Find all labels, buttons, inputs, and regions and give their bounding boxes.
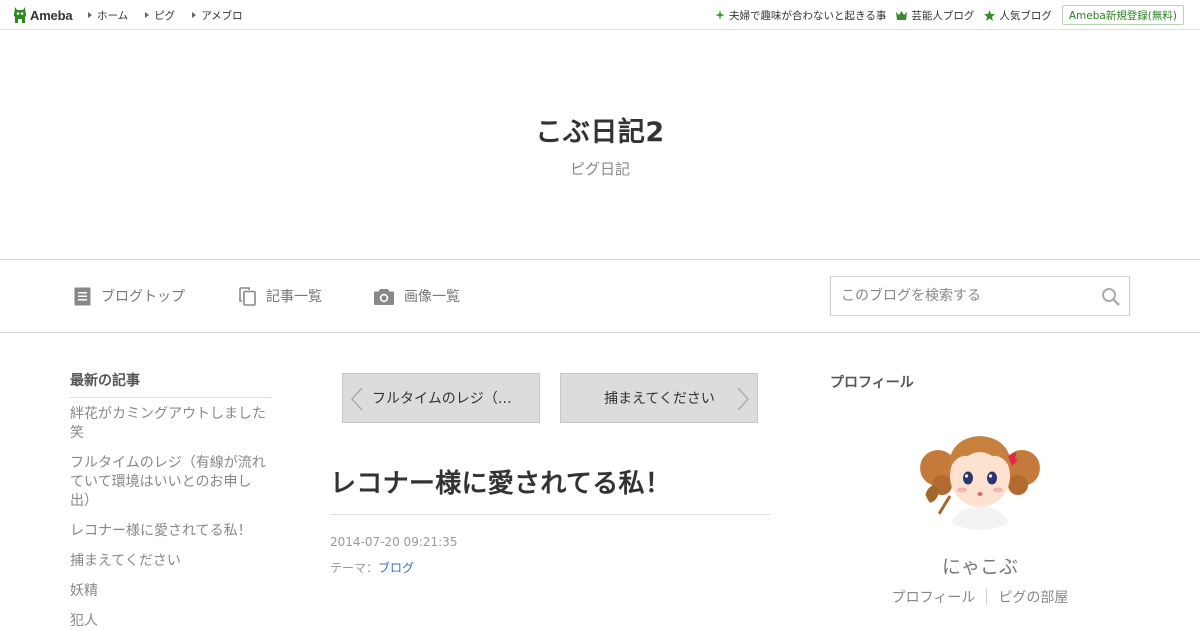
recent-entry-link[interactable]: レコナー様に愛されてる私！ [70, 522, 271, 541]
profile-links: プロフィール ピグの部屋 [830, 587, 1130, 607]
ameba-logo-text: Ameba [30, 7, 73, 23]
blog-nav: ブログトップ 記事一覧 画像一覧 [0, 259, 1200, 333]
entry-divider [330, 514, 770, 515]
celebrity-blog-link[interactable]: 芸能人ブログ [896, 8, 974, 23]
global-header-right: 夫婦で趣味が合わないと起きる事 芸能人ブログ 人気ブログ Ameba新規登録(無… [715, 0, 1184, 30]
copy-icon [239, 286, 256, 306]
entry-theme-label: テーマ： [330, 561, 379, 575]
global-nav-home[interactable]: ホーム [88, 8, 128, 23]
entry-theme: テーマ：ブログ [330, 559, 414, 576]
camera-icon [374, 288, 394, 305]
blog-search [830, 276, 1130, 316]
search-icon[interactable] [1101, 287, 1121, 307]
pigg-room-link[interactable]: ピグの部屋 [987, 587, 1079, 607]
popular-blog-label: 人気ブログ [999, 9, 1052, 22]
profile-title: プロフィール [830, 375, 914, 391]
prev-entry-button[interactable]: フルタイムのレジ（… [342, 373, 540, 423]
sparkle-icon [715, 10, 726, 20]
prev-entry-label: フルタイムのレジ（… [372, 391, 512, 407]
chevron-left-icon [351, 387, 363, 411]
search-input[interactable] [831, 277, 1086, 315]
nav-label: ブログトップ [101, 289, 185, 305]
recent-entry-link[interactable]: 犯人 [70, 612, 271, 631]
profile-nickname[interactable]: にゃこぶ [830, 552, 1130, 579]
recent-entries-title: 最新の記事 [70, 370, 271, 398]
entry-date: 2014-07-20 09:21:35 [330, 535, 458, 549]
global-header: Ameba ホーム ピグ アメブロ 夫婦で趣味が合わないと起きる事 芸能人ブログ… [0, 0, 1200, 30]
profile-link[interactable]: プロフィール [881, 587, 987, 607]
recent-entry-link[interactable]: フルタイムのレジ（有線が流れていて環境はいいとのお申し出） [70, 454, 271, 511]
trending-topic-link[interactable]: 夫婦で趣味が合わないと起きる事 [715, 8, 886, 23]
triangle-right-icon [145, 12, 150, 18]
recent-entry-link[interactable]: 絆花がカミングアウトしました笑 [70, 405, 271, 443]
recent-entry-link[interactable]: 妖精 [70, 582, 271, 601]
crown-icon [896, 10, 908, 20]
celebrity-blog-label: 芸能人ブログ [911, 9, 975, 22]
next-entry-button[interactable]: 捕まえてください [560, 373, 758, 423]
star-icon [984, 9, 996, 21]
avatar-image [920, 410, 1040, 530]
profile-avatar[interactable] [920, 410, 1040, 530]
nav-label: 画像一覧 [404, 289, 460, 305]
ameba-logo[interactable]: Ameba [13, 6, 73, 24]
blog-title[interactable]: こぶ日記2 [0, 110, 1200, 149]
nav-label: 記事一覧 [266, 289, 322, 305]
global-nav: ホーム ピグ アメブロ [88, 0, 260, 30]
next-entry-label: 捕まえてください [604, 391, 715, 407]
nav-blog-top[interactable]: ブログトップ [74, 260, 185, 332]
triangle-right-icon [192, 12, 197, 18]
entry-title[interactable]: レコナー様に愛されてる私！ [330, 463, 770, 500]
triangle-right-icon [88, 12, 92, 18]
recent-entry-link[interactable]: 捕まえてください [70, 552, 271, 571]
global-nav-ameblo[interactable]: アメブロ [192, 8, 243, 23]
global-nav-label: ホーム [97, 9, 129, 22]
popular-blog-link[interactable]: 人気ブログ [984, 8, 1052, 23]
nav-entry-list[interactable]: 記事一覧 [239, 260, 322, 332]
nav-image-list[interactable]: 画像一覧 [374, 260, 460, 332]
global-nav-label: アメブロ [201, 9, 243, 22]
trending-topic-label: 夫婦で趣味が合わないと起きる事 [729, 9, 887, 22]
ameba-mascot-icon [13, 7, 27, 23]
global-nav-label: ピグ [154, 9, 176, 22]
entry-theme-link[interactable]: ブログ [378, 561, 414, 575]
recent-entries-list: 絆花がカミングアウトしました笑 フルタイムのレジ（有線が流れていて環境はいいとの… [70, 405, 271, 631]
register-button[interactable]: Ameba新規登録(無料) [1061, 5, 1184, 25]
blog-description: ピグ日記 [569, 160, 630, 178]
chevron-right-icon [737, 387, 749, 411]
global-nav-pigg[interactable]: ピグ [145, 8, 175, 23]
recent-entries: 最新の記事 絆花がカミングアウトしました笑 フルタイムのレジ（有線が流れていて環… [70, 370, 271, 631]
document-icon [74, 287, 91, 305]
